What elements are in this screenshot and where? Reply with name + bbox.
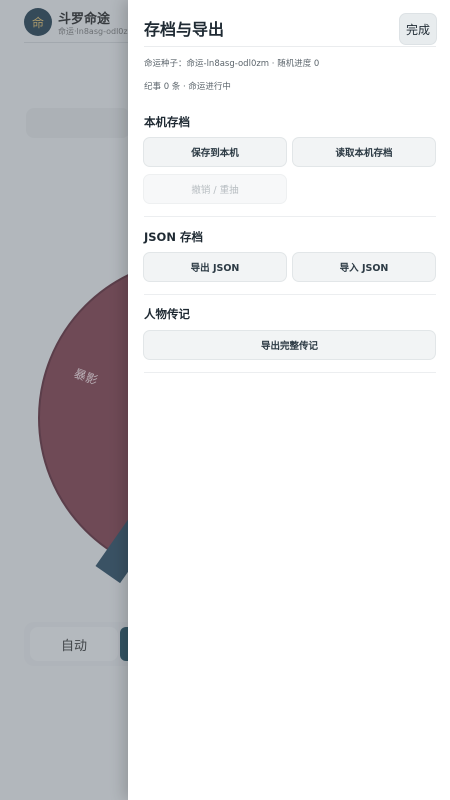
json-section: JSON 存档 bbox=[144, 229, 436, 245]
json-title: JSON 存档 bbox=[144, 230, 203, 244]
local-save-section: 本机存档 bbox=[144, 114, 436, 130]
section-divider bbox=[144, 294, 436, 295]
local-save-title: 本机存档 bbox=[144, 115, 190, 129]
drawer-title: 存档与导出 bbox=[144, 20, 225, 39]
done-button[interactable]: 完成 bbox=[399, 13, 437, 45]
save-export-drawer: 存档与导出 完成 命运种子：命运-ln8asg-odl0zm · 随机进度 0 … bbox=[128, 0, 450, 800]
undo-redraw-button[interactable]: 撤销 / 重抽 bbox=[143, 174, 287, 204]
seed-info: 命运种子：命运-ln8asg-odl0zm · 随机进度 0 bbox=[144, 59, 320, 69]
biography-section: 人物传记 bbox=[144, 306, 436, 322]
title-divider bbox=[144, 46, 436, 47]
load-local-button[interactable]: 读取本机存档 bbox=[292, 137, 436, 167]
status-info: 纪事 0 条 · 命运进行中 bbox=[144, 82, 231, 92]
import-json-button[interactable]: 导入 JSON bbox=[292, 252, 436, 282]
export-biography-button[interactable]: 导出完整传记 bbox=[143, 330, 436, 360]
export-json-button[interactable]: 导出 JSON bbox=[143, 252, 287, 282]
save-local-button[interactable]: 保存到本机 bbox=[143, 137, 287, 167]
section-divider bbox=[144, 216, 436, 217]
biography-title: 人物传记 bbox=[144, 307, 190, 321]
section-divider bbox=[144, 372, 436, 373]
